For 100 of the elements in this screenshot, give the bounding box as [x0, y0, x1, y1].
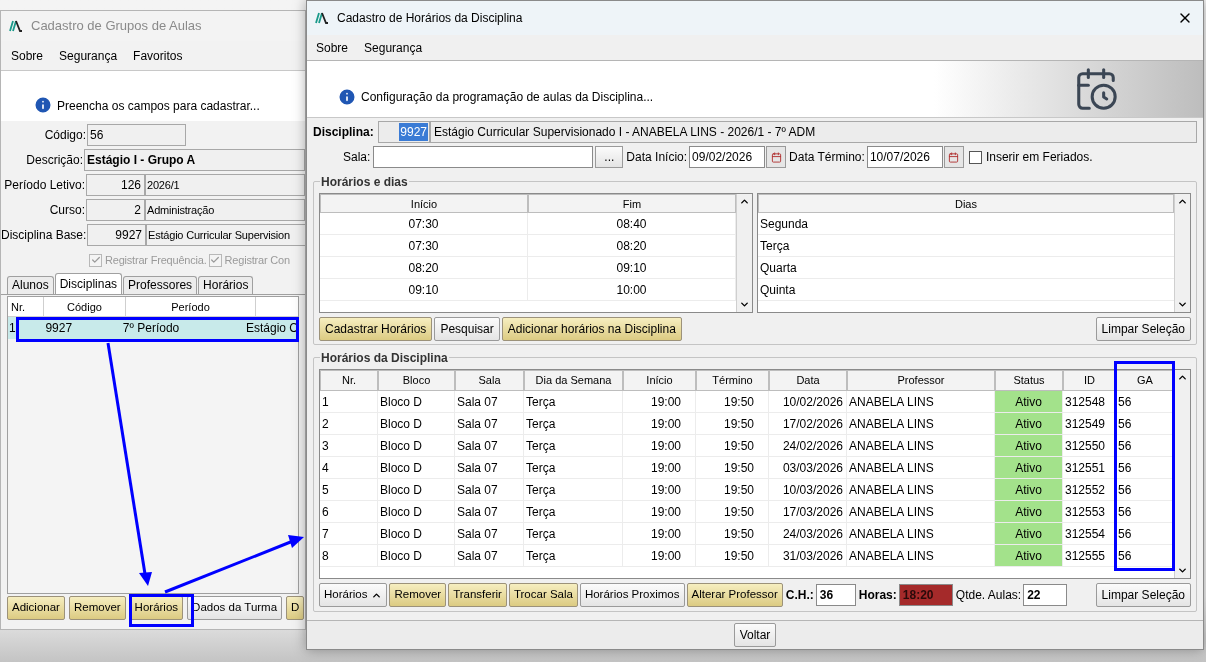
scrollbar[interactable] — [1174, 194, 1190, 312]
window-title: Cadastro de Grupos de Aulas — [31, 17, 202, 36]
calendar-icon — [770, 151, 782, 163]
column-header[interactable]: ID — [1063, 370, 1116, 391]
clear-selection-button[interactable]: Limpar Seleção — [1095, 317, 1191, 341]
value-field[interactable]: Estágio Curricular Supervision — [146, 224, 305, 246]
table-cell: Terça — [524, 501, 623, 522]
checkbox-label: Inserir em Feriados. — [985, 149, 1093, 166]
column-header[interactable]: Dias — [758, 194, 1174, 213]
text-field[interactable]: 56 — [87, 124, 186, 146]
column-header[interactable]: Fim — [528, 194, 736, 213]
value-field[interactable]: Estágio Curricular Supervisionado I - ANABELA LINS - 2026/1 - 7º ADM — [430, 121, 1197, 143]
status-cell: Ativo — [995, 457, 1063, 478]
code-field[interactable]: 2 — [86, 199, 145, 221]
action-button[interactable]: Pesquisar — [434, 317, 500, 341]
field-label: Data Início: — [626, 149, 688, 166]
table-cell: 19:50 — [696, 413, 769, 434]
list-item[interactable]: Quinta — [758, 279, 1174, 301]
table-cell: 19:50 — [696, 523, 769, 544]
tab[interactable]: Horários — [198, 276, 254, 294]
action-button[interactable]: Cadastrar Horários — [319, 317, 433, 341]
table-cell: 24/03/2026 — [769, 523, 847, 544]
menu-item[interactable]: Sobre — [316, 38, 349, 57]
table-cell: 56 — [1116, 435, 1174, 456]
info-icon — [337, 87, 357, 107]
value-field[interactable]: Administração — [145, 199, 305, 221]
column-header[interactable]: Término — [696, 370, 769, 391]
column-header[interactable]: Dia da Semana — [524, 370, 623, 391]
table-cell: 56 — [1116, 545, 1174, 566]
total-label: C.H.: — [785, 587, 814, 604]
column-header[interactable]: Início — [320, 194, 528, 213]
column-header[interactable]: Período — [126, 297, 256, 316]
table-cell: 312554 — [1063, 523, 1116, 544]
action-button[interactable]: Adicionar horários na Disciplina — [501, 317, 682, 341]
text-field[interactable]: Estágio I - Grupo A — [84, 149, 305, 171]
table-cell: 3 — [320, 435, 378, 456]
date-field[interactable]: 10/07/2026 — [866, 146, 943, 168]
action-button[interactable]: Alterar Professor — [686, 583, 783, 607]
code-field[interactable]: 9927 — [378, 121, 430, 143]
tab[interactable]: Disciplinas — [54, 273, 123, 294]
column-header[interactable]: GA — [1116, 370, 1174, 391]
menu-item[interactable]: Favoritos — [133, 46, 183, 65]
code-field[interactable]: 126 — [86, 174, 145, 196]
table-cell-text: 9927 — [44, 320, 74, 337]
room-field[interactable] — [373, 146, 594, 168]
table-cell: 17/02/2026 — [769, 413, 847, 434]
table-cell: Bloco D — [378, 545, 455, 566]
date-picker-button[interactable] — [943, 146, 964, 168]
action-button[interactable]: Remover — [68, 596, 126, 620]
table-cell: 312548 — [1063, 391, 1116, 412]
action-button[interactable]: Transferir — [448, 583, 507, 607]
total-field: 22 — [1023, 584, 1068, 606]
tab[interactable]: Alunos — [7, 276, 54, 294]
status-cell: Ativo — [995, 391, 1063, 412]
total-label: Qtde. Aulas: — [955, 587, 1022, 604]
table-cell: 56 — [1116, 413, 1174, 434]
checkbox[interactable] — [968, 150, 982, 164]
column-header[interactable]: Código — [44, 297, 126, 316]
column-header[interactable]: Início — [623, 370, 696, 391]
menu-item[interactable]: Segurança — [59, 46, 118, 65]
table-cell: 312550 — [1063, 435, 1116, 456]
action-button[interactable]: Trocar Sala — [508, 583, 578, 607]
action-button[interactable]: Horários Proximos — [579, 583, 685, 607]
action-button[interactable]: Horários — [319, 583, 388, 607]
table-cell: 5 — [320, 479, 378, 500]
list-item[interactable]: Segunda — [758, 213, 1174, 235]
menu-item[interactable]: Sobre — [11, 46, 44, 65]
date-picker-button[interactable] — [766, 146, 787, 168]
scrollbar[interactable] — [736, 194, 752, 312]
column-header[interactable]: Bloco — [378, 370, 455, 391]
column-header[interactable]: Professor — [847, 370, 995, 391]
column-header[interactable]: Status — [995, 370, 1063, 391]
action-button[interactable]: Adicionar — [7, 596, 65, 620]
column-header[interactable]: Nr. — [8, 297, 44, 316]
table-cell: Sala 07 — [455, 413, 524, 434]
list-item[interactable]: Terça — [758, 235, 1174, 257]
table-cell: 09:10 — [320, 279, 528, 300]
action-button[interactable]: D — [286, 596, 305, 620]
action-button[interactable]: Remover — [389, 583, 447, 607]
total-label: Horas: — [858, 587, 897, 604]
table-cell: 19:00 — [623, 523, 696, 544]
menu-item[interactable]: Segurança — [364, 38, 423, 57]
column-header[interactable]: Data — [769, 370, 847, 391]
browse-button[interactable]: ... — [595, 146, 624, 168]
value-field[interactable]: 2026/1 — [145, 174, 305, 196]
column-header[interactable]: Sala — [455, 370, 524, 391]
back-button[interactable]: Voltar — [733, 623, 777, 647]
clear-selection-button[interactable]: Limpar Seleção — [1095, 583, 1191, 607]
highlight-frame — [129, 594, 194, 627]
code-field[interactable]: 9927 — [87, 224, 146, 246]
list-item[interactable]: Quarta — [758, 257, 1174, 279]
table-cell: 19:50 — [696, 501, 769, 522]
table-cell: 07:30 — [320, 235, 528, 256]
table-cell: 03/03/2026 — [769, 457, 847, 478]
column-header[interactable]: Nr. — [320, 370, 378, 391]
table-cell: 19:50 — [696, 479, 769, 500]
tab[interactable]: Professores — [123, 276, 198, 294]
table-cell: Bloco D — [378, 413, 455, 434]
date-field[interactable]: 09/02/2026 — [689, 146, 766, 168]
table-cell: 19:50 — [696, 545, 769, 566]
